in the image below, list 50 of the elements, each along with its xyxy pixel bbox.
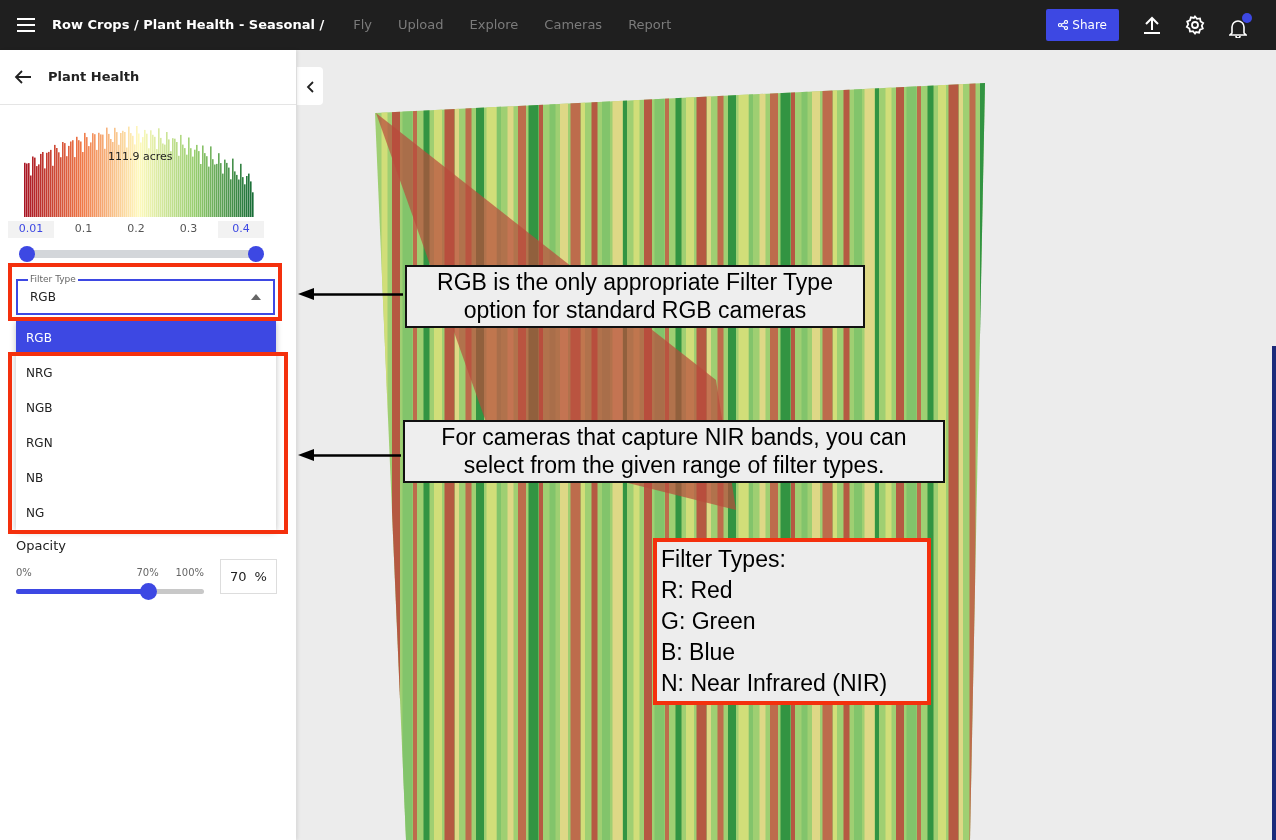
axis-label: 0.1	[73, 221, 94, 237]
axis-label: 0.4	[218, 221, 264, 238]
axis-label: 0.3	[178, 221, 199, 237]
nav-link[interactable]: Upload	[385, 15, 457, 35]
dropdown-option[interactable]: NB	[16, 460, 276, 495]
range-slider-handle[interactable]	[19, 245, 35, 262]
opacity-input[interactable]: 70 %	[220, 559, 277, 594]
select-value: RGB	[30, 288, 56, 306]
notifications-button[interactable]	[1229, 12, 1252, 38]
field-label: Filter Type	[28, 272, 78, 286]
opacity-label: Opacity	[16, 536, 67, 555]
share-icon	[1058, 20, 1069, 30]
axis-label: 0.01	[8, 221, 54, 238]
legend-line: G: Green	[661, 607, 757, 636]
slider-tick-label: 100%	[175, 566, 204, 580]
dropdown-option[interactable]: RGN	[16, 425, 276, 460]
range-slider-handle[interactable]	[248, 245, 264, 262]
bell-icon	[1229, 17, 1247, 38]
nav-link[interactable]: Cameras	[531, 15, 616, 35]
dropdown-option[interactable]: NGB	[16, 390, 276, 425]
nav-link[interactable]: Fly	[340, 15, 385, 35]
settings-button[interactable]	[1185, 15, 1205, 35]
slider-tick-label: 0%	[16, 566, 32, 580]
dropdown-option[interactable]: NG	[16, 495, 276, 530]
back-arrow-icon	[14, 69, 32, 85]
nav-link[interactable]: Report	[615, 15, 685, 35]
legend-line: N: Near Infrared (NIR)	[661, 669, 889, 698]
dropdown-option[interactable]: NRG	[16, 355, 276, 390]
axis-label: 0.2	[126, 221, 146, 237]
area-label: 111.9 acres	[108, 149, 173, 165]
menu-button[interactable]	[16, 17, 36, 33]
callout-note: RGB is the only appropriate Filter Type option for standard RGB cameras	[405, 265, 865, 329]
legend-line: R: Red	[661, 576, 734, 605]
upload-icon	[1143, 16, 1161, 34]
breadcrumb: Row Crops / Plant Health - Seasonal /	[52, 16, 325, 35]
back-button[interactable]	[14, 69, 32, 85]
panel-title: Plant Health	[48, 68, 140, 87]
upload-button[interactable]	[1143, 16, 1161, 34]
settings-icon	[1185, 15, 1205, 35]
nav-link[interactable]: Explore	[456, 15, 532, 35]
share-button[interactable]: Share	[1046, 9, 1119, 41]
callout-note: For cameras that capture NIR bands, you can select from the given range of filter types.	[403, 420, 945, 484]
legend-line: B: Blue	[661, 638, 737, 667]
dropdown-caret-icon	[251, 293, 261, 300]
opacity-slider-handle[interactable]	[139, 583, 157, 600]
chevron-left-icon	[306, 80, 314, 93]
collapse-panel-button[interactable]	[297, 67, 323, 105]
legend-line: Filter Types:	[661, 545, 787, 574]
slider-tick-label: 70%	[136, 566, 159, 580]
menu-icon	[16, 17, 36, 33]
